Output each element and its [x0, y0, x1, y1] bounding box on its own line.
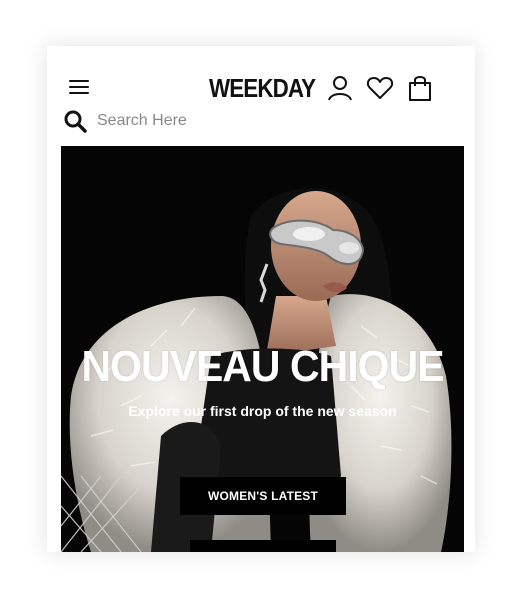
heart-icon[interactable]: [366, 74, 394, 102]
hero-banner[interactable]: NOUVEAU CHIQUE Explore our first drop of…: [61, 146, 464, 552]
search-bar: [63, 108, 363, 134]
search-input[interactable]: [97, 109, 337, 133]
hero-subtitle: Explore our first drop of the new season: [128, 403, 397, 419]
hero-title: NOUVEAU CHIQUE: [81, 342, 444, 391]
user-icon[interactable]: [326, 74, 354, 102]
hamburger-menu-icon[interactable]: [69, 80, 89, 96]
weekday-logo[interactable]: WEEKDAY: [209, 72, 316, 104]
shopping-bag-icon[interactable]: [406, 74, 434, 102]
womens-latest-button[interactable]: WOMEN'S LATEST: [180, 477, 346, 515]
secondary-hero-button[interactable]: [190, 540, 336, 552]
search-icon[interactable]: [63, 109, 87, 133]
app-frame: WEEKDAY Search Here NOUVEAU CHIQUE Explo…: [47, 46, 475, 552]
